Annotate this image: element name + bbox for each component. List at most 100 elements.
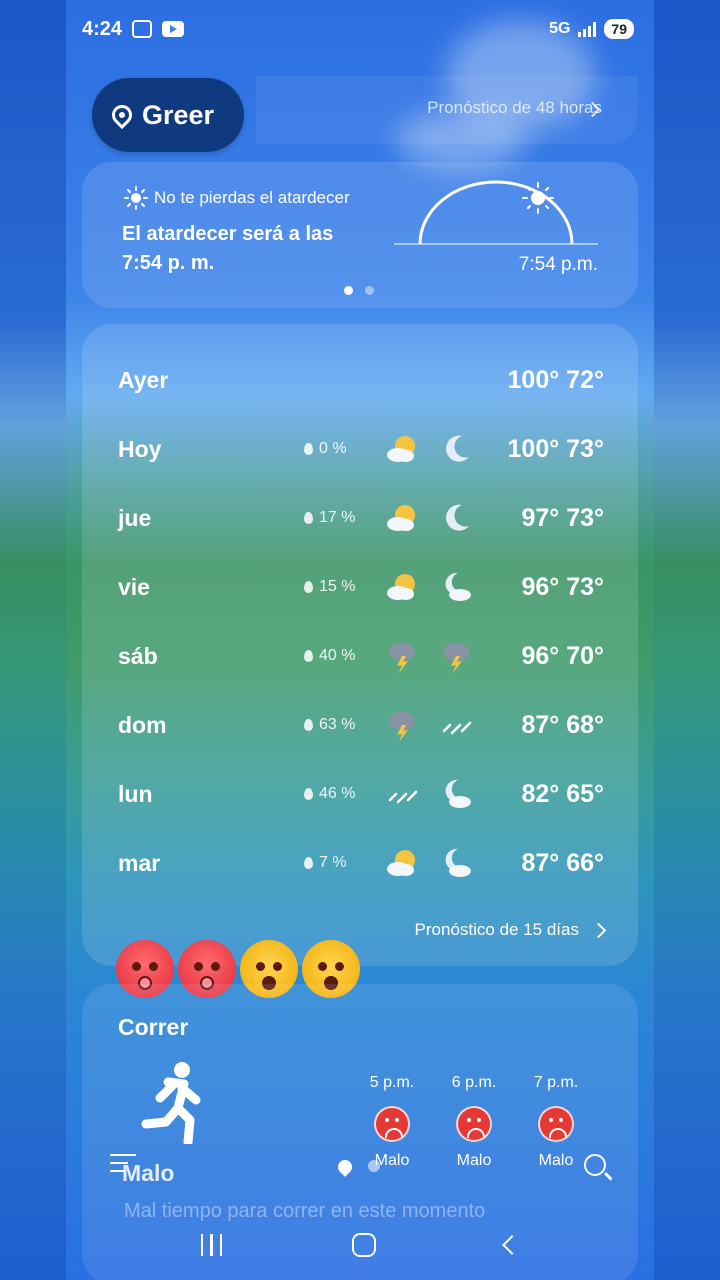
precipitation: 40 % <box>304 647 355 665</box>
forecast-row[interactable]: jue 17 % 97° 73° <box>118 498 604 538</box>
daily-forecast-card: Pronóstico de 15 días Ayer 100° 72° Hoy 0 %… <box>82 324 638 966</box>
forecast-48h-link[interactable]: Pronóstico de 48 horas <box>427 98 602 118</box>
moon-icon <box>438 431 474 467</box>
page-dot[interactable] <box>365 286 374 295</box>
forecast-day: vie <box>118 573 150 600</box>
forecast-row[interactable]: mar 7 % 87° 66° <box>118 843 604 883</box>
precipitation: 0 % <box>304 440 347 458</box>
raindrop-icon <box>304 719 313 731</box>
forecast-day: lun <box>118 780 153 807</box>
chevron-right-icon <box>590 922 607 938</box>
forecast-row[interactable]: Ayer 100° 72° <box>118 360 604 400</box>
thunderstorm-icon <box>384 707 420 743</box>
thunderstorm-icon <box>438 638 474 674</box>
precipitation-value: 7 % <box>319 854 347 871</box>
moon-cloud-icon <box>438 776 474 812</box>
precipitation: 15 % <box>304 578 355 596</box>
precipitation: 7 % <box>304 854 347 872</box>
page-dot-active[interactable] <box>344 286 353 295</box>
moon-cloud-icon <box>438 845 474 881</box>
forecast-temps: 100° 73° <box>507 434 604 463</box>
forecast-row[interactable]: Hoy 0 % 100° 73° <box>118 429 604 469</box>
sunset-time-label: 7:54 p.m. <box>518 254 598 275</box>
forecast-temps: 100° 72° <box>507 365 604 394</box>
rain-icon <box>384 776 420 812</box>
battery-indicator: 79 <box>604 19 634 39</box>
bottom-toolbar <box>66 1148 654 1188</box>
location-dot-icon[interactable] <box>368 1160 380 1172</box>
location-button[interactable]: Greer <box>92 78 244 152</box>
forecast-row[interactable]: sáb 40 % 96° 70° <box>118 636 604 676</box>
running-title: Correr <box>118 1014 189 1040</box>
location-name: Greer <box>142 99 215 130</box>
right-backdrop <box>654 0 720 1280</box>
thunderstorm-icon <box>384 638 420 674</box>
system-nav-bar <box>66 1210 654 1280</box>
forecast-day: Hoy <box>118 435 162 462</box>
precipitation-value: 15 % <box>319 578 356 595</box>
left-backdrop <box>0 0 66 1280</box>
runner-icon <box>141 1062 201 1144</box>
sun-icon <box>124 186 148 210</box>
home-button[interactable] <box>351 1233 376 1257</box>
forecast-day: sáb <box>118 642 158 669</box>
page-indicator <box>344 286 374 295</box>
precipitation: 63 % <box>304 716 355 734</box>
sunset-message: El atardecer será a las 7:54 p. m. <box>122 223 334 274</box>
moon-cloud-icon <box>438 569 474 605</box>
rain-icon <box>438 707 474 743</box>
precipitation-value: 63 % <box>319 716 356 733</box>
hour-time: 7 p.m. <box>533 1074 579 1091</box>
forecast-day: mar <box>118 849 161 876</box>
location-pin-icon[interactable] <box>335 1157 355 1177</box>
forecast-row[interactable]: lun 46 % 82° 65° <box>118 774 604 814</box>
forecast-temps: 87° 66° <box>521 848 604 877</box>
sad-face-icon <box>456 1106 492 1142</box>
forecast-day: dom <box>118 711 167 738</box>
forecast-15-days-label: Pronóstico de 15 días <box>414 920 579 939</box>
sunset-card[interactable]: No te pierdas el atardecer El atardecer … <box>82 162 638 308</box>
precipitation: 17 % <box>304 509 355 527</box>
forecast-row[interactable]: dom 63 % 87° 68° <box>118 705 604 745</box>
precipitation-value: 46 % <box>319 785 356 802</box>
status-bar: 4:24 5G 79 <box>82 14 634 44</box>
precipitation-value: 40 % <box>319 647 356 664</box>
forecast-temps: 82° 65° <box>521 779 604 808</box>
phone-screen: 4:24 5G 79 Greer Pronóstico de 48 horas <box>66 0 654 1280</box>
recents-button[interactable] <box>200 1234 223 1256</box>
menu-icon[interactable] <box>110 1152 138 1174</box>
partly-sunny-icon <box>384 845 420 881</box>
forecast-day: Ayer <box>118 366 169 393</box>
raindrop-icon <box>304 581 313 593</box>
forecast-15-days-link[interactable]: Pronóstico de 15 días <box>414 920 607 940</box>
forecast-temps: 87° 68° <box>521 710 604 739</box>
hour-time: 5 p.m. <box>369 1074 415 1091</box>
partly-sunny-icon <box>384 500 420 536</box>
raindrop-icon <box>304 512 313 524</box>
forecast-temps: 96° 73° <box>521 572 604 601</box>
forecast-day: jue <box>118 504 152 531</box>
hour-time: 6 p.m. <box>451 1074 497 1091</box>
search-icon[interactable] <box>584 1154 606 1176</box>
status-time: 4:24 <box>82 17 123 40</box>
screenshot-icon <box>132 20 153 38</box>
partly-sunny-icon <box>384 569 420 605</box>
forecast-temps: 97° 73° <box>521 503 604 532</box>
precipitation: 46 % <box>304 785 355 803</box>
sunset-alert: No te pierdas el atardecer <box>124 186 350 210</box>
raindrop-icon <box>304 443 313 455</box>
raindrop-icon <box>304 857 313 869</box>
location-pin-icon <box>107 100 137 130</box>
forecast-row[interactable]: vie 15 % 96° 73° <box>118 567 604 607</box>
signal-icon <box>578 21 597 37</box>
sunset-alert-text: No te pierdas el atardecer <box>154 188 350 207</box>
back-button[interactable] <box>502 1235 523 1255</box>
precipitation-value: 0 % <box>319 440 347 457</box>
sun-arc-graphic <box>394 180 598 245</box>
sad-face-icon <box>374 1106 410 1142</box>
partly-sunny-icon <box>384 431 420 467</box>
forecast-temps: 96° 70° <box>521 641 604 670</box>
youtube-icon <box>162 21 185 37</box>
precipitation-value: 17 % <box>319 509 356 526</box>
moon-icon <box>438 500 474 536</box>
